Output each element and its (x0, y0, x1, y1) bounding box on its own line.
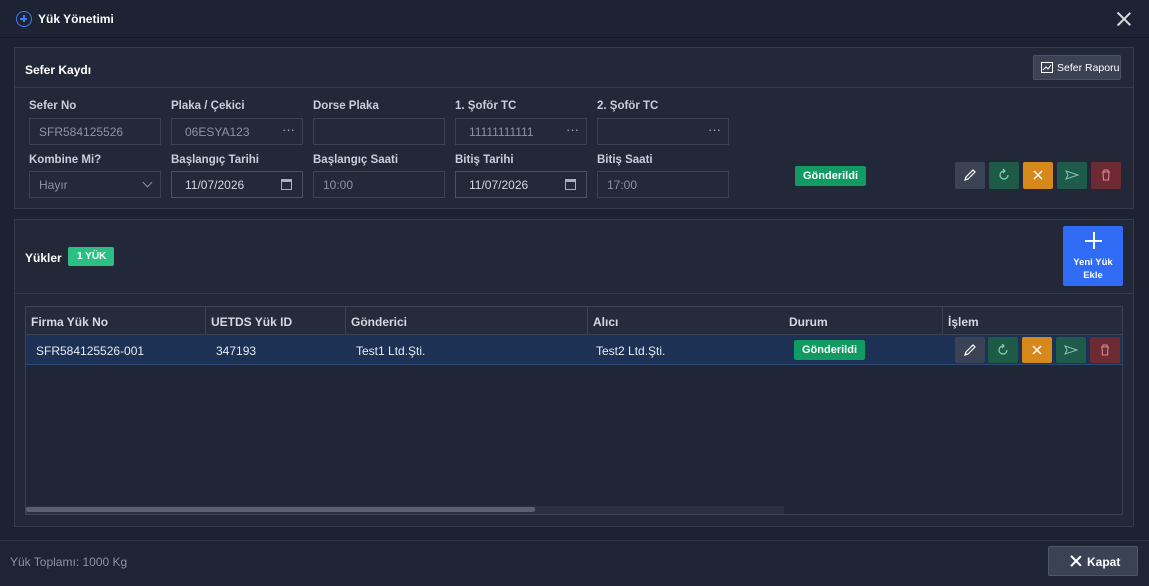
bit-tarih-value: 11/07/2026 (469, 178, 529, 192)
sefer-cancel-button[interactable] (1023, 162, 1053, 189)
window-title: Yük Yönetimi (38, 12, 114, 26)
plus-icon (1085, 232, 1102, 249)
column-header[interactable]: İşlem (943, 307, 1122, 335)
sefer-no-field[interactable]: SFR584125526 (29, 118, 161, 145)
sofor2-label: 2. Şoför TC (597, 100, 659, 112)
plaka-field[interactable]: 06ESYA123 ··· (171, 118, 303, 145)
more-icon[interactable]: ··· (708, 122, 721, 137)
plus-circle-icon (16, 11, 32, 27)
refresh-icon (998, 343, 1008, 355)
table-header: Firma Yük No UETDS Yük ID Gönderici Alıc… (26, 307, 1122, 335)
sofor1-field[interactable]: 11111111111 ··· (455, 118, 587, 145)
row-refresh-button[interactable] (988, 337, 1018, 363)
row-status-badge: Gönderildi (794, 340, 865, 360)
sefer-report-label: Sefer Raporu (1057, 62, 1120, 74)
firma-yuk-no-cell: SFR584125526-001 (36, 344, 145, 358)
row-delete-button[interactable] (1090, 337, 1120, 363)
sefer-edit-button[interactable] (955, 162, 985, 189)
bas-tarih-field[interactable]: 11/07/2026 (171, 171, 303, 198)
row-edit-button[interactable] (955, 337, 985, 363)
dorse-field[interactable] (313, 118, 445, 145)
sefer-delete-button[interactable] (1091, 162, 1121, 189)
horizontal-scrollbar[interactable] (26, 506, 784, 514)
kombine-label: Kombine Mi? (29, 154, 102, 166)
yuk-total: Yük Toplamı: 1000 Kg (10, 555, 128, 569)
row-send-button[interactable] (1056, 337, 1086, 363)
column-header[interactable]: Firma Yük No (26, 307, 206, 335)
send-icon (1065, 170, 1079, 180)
send-icon (1064, 345, 1078, 355)
plaka-value: 06ESYA123 (185, 125, 250, 139)
x-icon (1033, 170, 1043, 180)
x-icon (1032, 345, 1042, 355)
close-button[interactable]: Kapat (1048, 546, 1138, 576)
sefer-status-badge: Gönderildi (795, 166, 866, 186)
close-icon (1070, 555, 1082, 567)
close-icon[interactable] (1116, 11, 1132, 27)
dorse-label: Dorse Plaka (313, 100, 379, 112)
sofor2-field[interactable]: ··· (597, 118, 729, 145)
window-titlebar: Yük Yönetimi (0, 0, 1149, 38)
pencil-icon (964, 344, 976, 356)
bit-saat-field[interactable]: 17:00 (597, 171, 729, 198)
more-icon[interactable]: ··· (282, 122, 295, 137)
column-header[interactable]: Durum (784, 307, 943, 335)
bas-tarih-label: Başlangıç Tarihi (171, 154, 259, 166)
trash-icon (1102, 169, 1110, 181)
chart-icon (1041, 62, 1053, 73)
bas-tarih-value: 11/07/2026 (185, 178, 245, 192)
scrollbar-thumb[interactable] (26, 507, 535, 512)
pencil-icon (964, 169, 976, 181)
sefer-panel-header (15, 48, 1133, 88)
column-header[interactable]: UETDS Yük ID (206, 307, 346, 335)
bit-saat-value: 17:00 (607, 178, 638, 192)
gonderici-cell: Test1 Ltd.Şti. (356, 344, 426, 358)
more-icon[interactable]: ··· (566, 122, 579, 137)
table-row[interactable]: SFR584125526-001 347193 Test1 Ltd.Şti. T… (26, 335, 1122, 365)
yukler-section-title: Yükler (25, 251, 62, 265)
new-yuk-button[interactable]: Yeni Yük Ekle (1063, 226, 1123, 286)
yukler-panel-header (15, 220, 1133, 294)
column-header[interactable]: Gönderici (346, 307, 588, 335)
yuk-count-badge: 1 YÜK (68, 247, 115, 266)
plaka-label: Plaka / Çekici (171, 100, 245, 112)
trash-icon (1101, 344, 1109, 356)
footer: Yük Toplamı: 1000 Kg Kapat (0, 540, 1149, 586)
sefer-no-label: Sefer No (29, 100, 77, 112)
calendar-icon[interactable] (281, 179, 292, 190)
sefer-send-button[interactable] (1057, 162, 1087, 189)
kombine-select[interactable]: Hayır (29, 171, 161, 198)
bit-saat-label: Bitiş Saati (597, 154, 653, 166)
chevron-down-icon (142, 177, 153, 188)
kombine-value: Hayır (39, 178, 68, 192)
sefer-section-title: Sefer Kaydı (25, 63, 92, 77)
bas-saat-value: 10:00 (323, 178, 354, 192)
sefer-report-button[interactable]: Sefer Raporu (1033, 55, 1121, 80)
bit-tarih-label: Bitiş Tarihi (455, 154, 514, 166)
sefer-refresh-button[interactable] (989, 162, 1019, 189)
calendar-icon[interactable] (565, 179, 576, 190)
uetds-id-cell: 347193 (216, 344, 257, 358)
alici-cell: Test2 Ltd.Şti. (596, 344, 666, 358)
bas-saat-field[interactable]: 10:00 (313, 171, 445, 198)
refresh-icon (999, 168, 1009, 180)
yuk-table: Firma Yük No UETDS Yük ID Gönderici Alıc… (25, 306, 1123, 515)
sofor1-label: 1. Şoför TC (455, 100, 517, 112)
sefer-no-value: SFR584125526 (39, 125, 124, 139)
sofor1-value: 11111111111 (469, 125, 534, 139)
new-yuk-label: Yeni Yük Ekle (1073, 257, 1113, 281)
bas-saat-label: Başlangıç Saati (313, 154, 399, 166)
close-button-label: Kapat (1087, 555, 1121, 569)
bit-tarih-field[interactable]: 11/07/2026 (455, 171, 587, 198)
row-cancel-button[interactable] (1022, 337, 1052, 363)
